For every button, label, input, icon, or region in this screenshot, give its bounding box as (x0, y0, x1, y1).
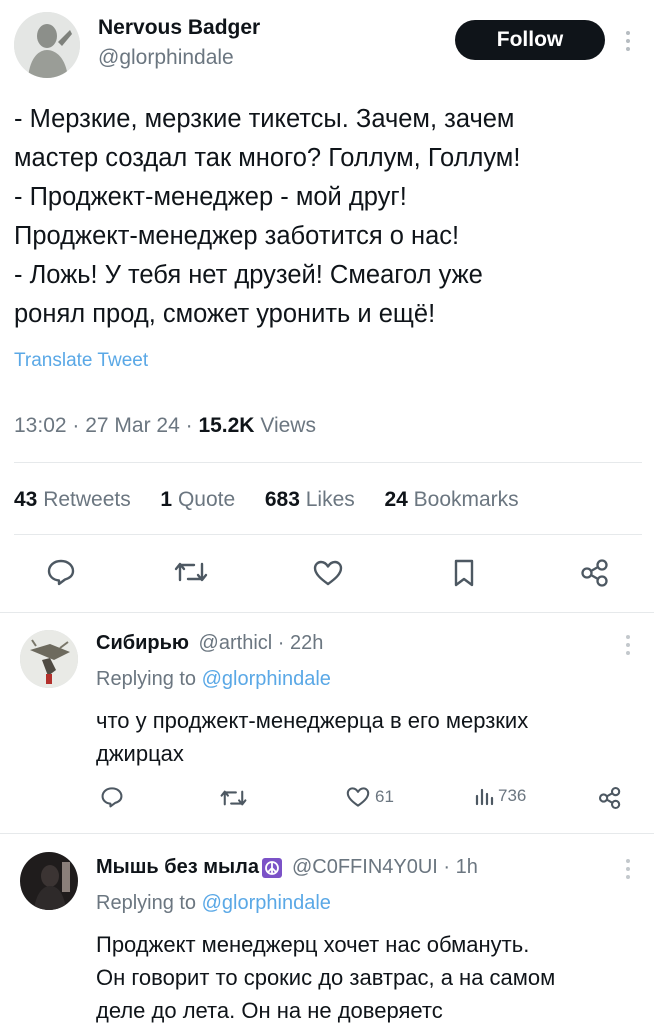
quotes-stat[interactable]: 1 Quote (160, 488, 235, 511)
reply-more-icon[interactable] (624, 634, 632, 656)
reply-handle-time[interactable]: @arthicl · 22h (199, 632, 324, 654)
tweet-meta: 13:02 · 27 Mar 24 · 15.2K Views (14, 414, 316, 438)
views-count: 736 (498, 786, 527, 805)
views-icon (475, 788, 494, 806)
share-icon[interactable] (580, 558, 610, 588)
reply-author-name[interactable]: Мышь без мыла (96, 856, 259, 879)
reply-more-icon[interactable] (624, 858, 632, 880)
replying-to: Replying to @glorphindale (96, 892, 331, 914)
tweet-text: - Мерзкие, мерзкие тикетсы. Зачем, зачем… (14, 105, 521, 328)
divider (0, 612, 654, 613)
reply-text: что у проджект-менеджерца в его мерзких … (96, 708, 529, 766)
peace-emoji-icon (261, 857, 282, 878)
reply-avatar[interactable] (20, 852, 78, 910)
translate-tweet-link[interactable]: Translate Tweet (14, 350, 148, 372)
like-icon[interactable] (312, 559, 344, 587)
replying-to: Replying to @glorphindale (96, 668, 331, 690)
follow-button[interactable]: Follow (455, 20, 605, 60)
reply-2-header: Мышь без мыла @C0FFIN4Y0UI · 1h (96, 856, 478, 879)
reply-icon[interactable] (100, 786, 124, 808)
divider (14, 462, 642, 463)
author-name[interactable]: Nervous Badger (98, 16, 260, 40)
retweets-stat[interactable]: 43 Retweets (14, 488, 131, 511)
author-handle[interactable]: @glorphindale (98, 46, 234, 70)
likes-stat[interactable]: 683 Likes (265, 488, 355, 511)
more-options-icon[interactable] (624, 30, 632, 52)
divider (14, 534, 642, 535)
retweet-icon[interactable] (174, 560, 208, 584)
tweet-timestamp[interactable]: 13:02 · 27 Mar 24 · (14, 414, 198, 437)
like-count: 61 (375, 787, 394, 806)
bookmark-icon[interactable] (452, 558, 476, 588)
replying-to-handle[interactable]: @glorphindale (202, 892, 331, 914)
divider (0, 833, 654, 834)
like-icon (346, 787, 370, 807)
reply-handle-time[interactable]: @C0FFIN4Y0UI · 1h (292, 856, 478, 879)
share-icon[interactable] (598, 786, 622, 810)
replying-to-handle[interactable]: @glorphindale (202, 668, 331, 690)
reply-author-name[interactable]: Сибирью (96, 632, 189, 654)
stats-row: 43 Retweets 1 Quote 683 Likes 24 Bookmar… (14, 488, 519, 512)
like-button[interactable]: 61 (345, 786, 394, 808)
bookmarks-stat[interactable]: 24 Bookmarks (384, 488, 518, 511)
author-avatar[interactable] (14, 12, 80, 78)
reply-icon[interactable] (46, 558, 76, 586)
views-count: 15.2K (198, 414, 255, 437)
views-label: Views (254, 414, 316, 437)
retweet-icon[interactable] (220, 788, 247, 808)
views-button[interactable]: 736 (474, 786, 526, 806)
reply-text: Проджект менеджерц хочет нас обмануть. О… (96, 932, 556, 1023)
reply-1-header: Сибирью @arthicl · 22h (96, 632, 323, 655)
reply-avatar[interactable] (20, 630, 78, 688)
